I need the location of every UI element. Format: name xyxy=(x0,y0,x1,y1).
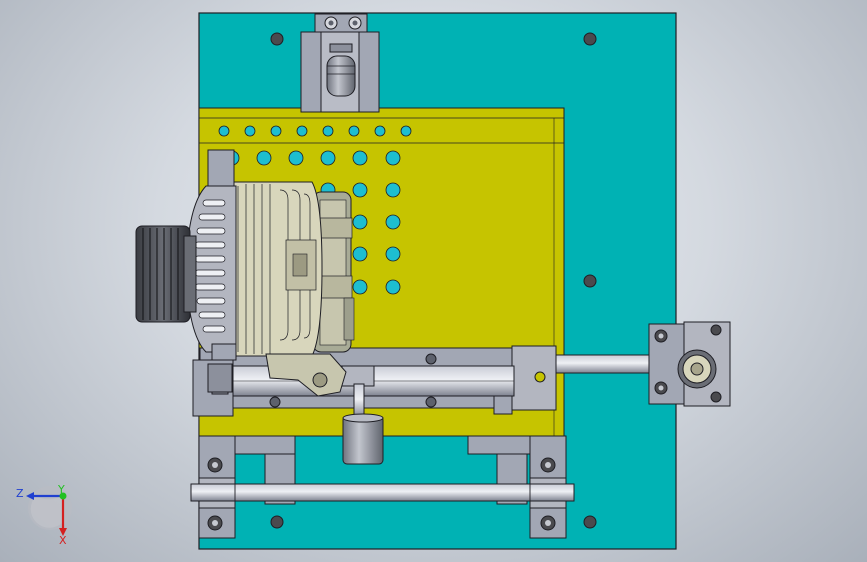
x-axis-label: X xyxy=(59,534,67,547)
z-axis-label: Z xyxy=(16,487,24,500)
alternator-pulley[interactable] xyxy=(135,225,197,323)
coordinate-triad: Z Y X xyxy=(16,483,72,547)
cad-viewport[interactable]: Z Y X xyxy=(0,0,867,562)
y-axis-label: Y xyxy=(57,483,65,496)
